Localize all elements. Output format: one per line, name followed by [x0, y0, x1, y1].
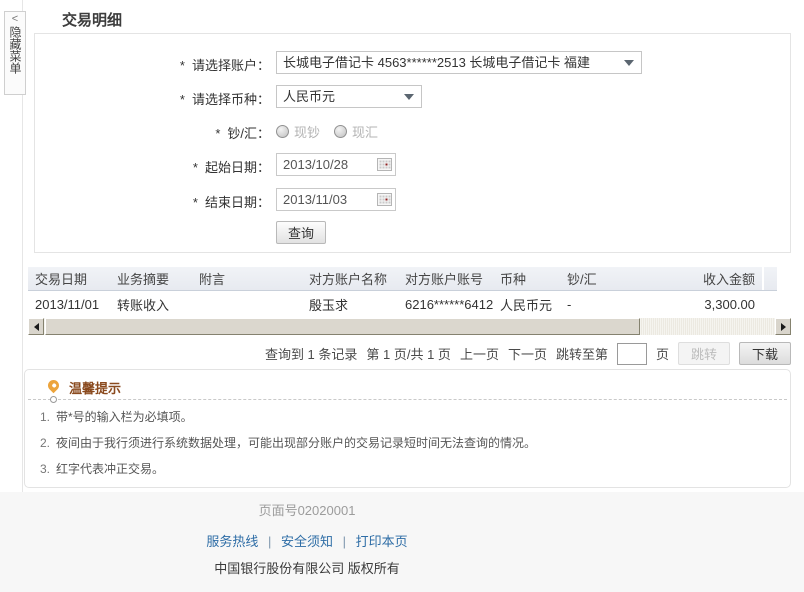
print-page-link[interactable]: 打印本页 — [356, 534, 408, 549]
pin-anchor-dot-icon — [50, 396, 57, 403]
required-mark: * — [180, 92, 185, 107]
start-date-row: *起始日期： — [35, 153, 790, 177]
security-notice-link[interactable]: 安全须知 — [281, 534, 333, 549]
currency-select[interactable]: 人民币元 — [276, 85, 422, 108]
end-date-field — [276, 188, 396, 211]
table-header-row: 交易日期 业务摘要 附言 对方账户名称 对方账户账号 币种 钞/汇 收入金额 — [28, 267, 777, 291]
cell-counterparty-account: 6216******6412 — [398, 297, 493, 312]
start-date-field — [276, 153, 396, 176]
cash-type-radios: 现钞 现汇 — [276, 122, 392, 141]
col-header-counterparty-name: 对方账户名称 — [302, 269, 398, 288]
cell-trade-date: 2013/11/01 — [28, 297, 110, 312]
cell-income-amount: 3,300.00 — [633, 297, 762, 312]
exchange-radio[interactable] — [334, 125, 347, 138]
account-row: *请选择账户： 长城电子借记卡 4563******2513 长城电子借记卡 福… — [35, 51, 790, 75]
hide-menu-label: 隐藏菜单 — [6, 26, 24, 74]
result-count-text: 查询到 1 条记录 — [265, 344, 357, 363]
col-header-summary: 业务摘要 — [110, 269, 192, 288]
exchange-radio-label: 现汇 — [352, 122, 378, 141]
account-label: *请选择账户： — [180, 55, 270, 74]
tip-item: 3. 红字代表冲正交易。 — [40, 460, 164, 477]
query-button[interactable]: 查询 — [276, 221, 326, 244]
cell-currency: 人民币元 — [493, 295, 560, 314]
download-button[interactable]: 下载 — [739, 342, 791, 365]
prev-page-link[interactable]: 上一页 — [460, 344, 499, 363]
results-table: 交易日期 业务摘要 附言 对方账户名称 对方账户账号 币种 钞/汇 收入金额 2… — [28, 267, 777, 319]
cell-cash-type: - — [560, 297, 633, 312]
page-code: 页面号02020001 — [0, 500, 614, 519]
col-header-memo: 附言 — [192, 269, 302, 288]
copyright-text: 中国银行股份有限公司 版权所有 — [0, 558, 614, 577]
tip-item: 1. 带*号的输入栏为必填项。 — [40, 408, 193, 425]
tip-text: 带*号的输入栏为必填项。 — [56, 410, 193, 424]
next-page-link[interactable]: 下一页 — [508, 344, 547, 363]
col-header-counterparty-account: 对方账户账号 — [398, 269, 493, 288]
triangle-right-icon — [781, 323, 786, 331]
tip-text: 红字代表冲正交易。 — [56, 462, 164, 476]
tips-panel: 温馨提示 1. 带*号的输入栏为必填项。 2. 夜间由于我行须进行系统数据处理，可能… — [24, 369, 791, 488]
pagination-bar: 查询到 1 条记录 第 1 页/共 1 页 上一页 下一页 跳转至第 页 跳转 … — [28, 341, 791, 366]
col-header-trade-date: 交易日期 — [28, 269, 110, 288]
map-pin-icon — [46, 378, 62, 394]
hide-menu-tab[interactable]: < 隐藏菜单 — [4, 11, 26, 95]
cash-type-row: *钞/汇： 现钞 现汇 — [35, 119, 790, 143]
calendar-icon[interactable] — [377, 193, 392, 206]
cell-counterparty-name: 殷玉求 — [302, 295, 398, 314]
triangle-left-icon — [34, 323, 39, 331]
cash-type-label: *钞/汇： — [215, 123, 270, 142]
jump-suffix-text: 页 — [656, 344, 669, 363]
link-separator: | — [343, 534, 346, 549]
end-date-row: *结束日期： — [35, 188, 790, 212]
chevron-down-icon — [404, 94, 414, 100]
start-date-label: *起始日期： — [193, 157, 270, 176]
chevron-down-icon — [624, 60, 634, 66]
link-separator: | — [268, 534, 271, 549]
scroll-left-button[interactable] — [28, 318, 44, 335]
service-hotline-link[interactable]: 服务热线 — [206, 534, 258, 549]
jump-button[interactable]: 跳转 — [678, 342, 730, 365]
account-select[interactable]: 长城电子借记卡 4563******2513 长城电子借记卡 福建 — [276, 51, 642, 74]
page-info-text: 第 1 页/共 1 页 — [366, 344, 451, 363]
cash-radio[interactable] — [276, 125, 289, 138]
required-mark: * — [180, 58, 185, 73]
cell-summary: 转账收入 — [110, 295, 192, 314]
calendar-icon[interactable] — [377, 158, 392, 171]
chevron-left-icon: < — [5, 13, 25, 26]
tip-number: 3. — [40, 462, 50, 476]
dashed-divider — [28, 399, 787, 400]
scrollbar-thumb[interactable] — [45, 318, 640, 335]
tip-text: 夜间由于我行须进行系统数据处理，可能出现部分账户的交易记录短时间无法查询的情况。 — [56, 436, 536, 450]
cash-radio-label: 现钞 — [294, 122, 320, 141]
required-mark: * — [193, 195, 198, 210]
query-form-panel: *请选择账户： 长城电子借记卡 4563******2513 长城电子借记卡 福… — [34, 33, 791, 253]
page-title: 交易明细 — [62, 9, 122, 30]
jump-page-input[interactable] — [617, 343, 647, 365]
col-header-currency: 币种 — [493, 269, 560, 288]
currency-label: *请选择币种： — [180, 89, 270, 108]
footer-links: 服务热线 | 安全须知 | 打印本页 — [0, 531, 614, 550]
end-date-label: *结束日期： — [193, 192, 270, 211]
horizontal-scrollbar[interactable] — [28, 318, 791, 335]
currency-row: *请选择币种： 人民币元 — [35, 85, 790, 109]
scroll-right-button[interactable] — [775, 318, 791, 335]
tip-number: 2. — [40, 436, 50, 450]
tip-item: 2. 夜间由于我行须进行系统数据处理，可能出现部分账户的交易记录短时间无法查询的情… — [40, 434, 536, 451]
tip-number: 1. — [40, 410, 50, 424]
col-header-clipped — [762, 267, 777, 290]
col-header-income-amount: 收入金额 — [633, 269, 762, 288]
account-select-value: 长城电子借记卡 4563******2513 长城电子借记卡 福建 — [283, 55, 590, 70]
currency-select-value: 人民币元 — [283, 89, 335, 104]
tips-title: 温馨提示 — [69, 378, 121, 397]
required-mark: * — [193, 160, 198, 175]
col-header-cash-type: 钞/汇 — [560, 269, 633, 288]
cell-clipped — [762, 291, 777, 318]
jump-prefix-text: 跳转至第 — [556, 344, 608, 363]
table-row: 2013/11/01 转账收入 殷玉求 6216******6412 人民币元 … — [28, 291, 777, 319]
required-mark: * — [215, 126, 220, 141]
